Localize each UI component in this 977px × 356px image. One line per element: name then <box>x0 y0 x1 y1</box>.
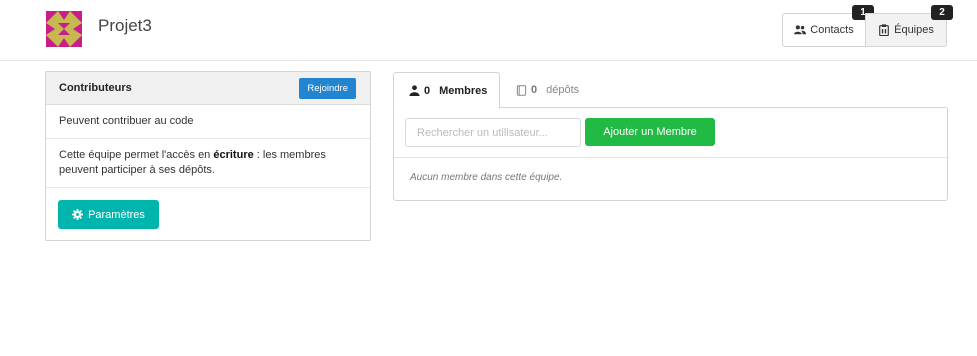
access-prefix: Cette équipe permet l'accès en <box>59 149 214 161</box>
team-description: Peuvent contribuer au code <box>46 105 370 139</box>
tab-repositories[interactable]: 0 dépôts <box>516 72 579 108</box>
members-toolbar: Ajouter un Membre <box>394 108 947 158</box>
team-panel-header: Contributeurs Rejoindre <box>46 72 370 105</box>
team-info-panel: Contributeurs Rejoindre Peuvent contribu… <box>45 71 371 241</box>
users-icon <box>794 25 807 35</box>
org-avatar[interactable] <box>46 11 82 47</box>
empty-members-message: Aucun membre dans cette équipe. <box>410 172 563 183</box>
team-title: Contributeurs <box>59 82 132 94</box>
team-panel-footer: Paramètres <box>46 188 370 241</box>
members-count: 0 <box>424 84 431 97</box>
user-icon <box>409 85 420 96</box>
team-access-text: Cette équipe permet l'accès en écriture … <box>46 139 370 188</box>
teams-button[interactable]: Équipes 2 <box>865 5 953 47</box>
user-search-input[interactable] <box>405 118 581 147</box>
add-member-button[interactable]: Ajouter un Membre <box>585 118 715 146</box>
teams-label: Équipes <box>894 24 934 36</box>
settings-label: Paramètres <box>88 208 145 221</box>
gear-icon <box>72 209 84 220</box>
contacts-button[interactable]: Contacts 1 <box>782 5 874 47</box>
repositories-tab-label: dépôts <box>546 84 580 96</box>
settings-button[interactable]: Paramètres <box>58 200 159 229</box>
team-tabs: 0 Membres 0 dépôts <box>393 72 948 109</box>
clipboard-icon <box>879 24 889 36</box>
page-header: Projet3 Contacts 1 Équipes 2 <box>0 0 977 61</box>
contacts-label: Contacts <box>810 24 854 36</box>
org-name: Projet3 <box>98 16 152 35</box>
teams-count-badge: 2 <box>931 5 953 20</box>
members-panel: Ajouter un Membre Aucun membre dans cett… <box>393 107 948 201</box>
tab-members[interactable]: 0 Membres <box>393 72 500 109</box>
members-tab-label: Membres <box>439 84 488 97</box>
book-icon <box>516 84 527 96</box>
repositories-count: 0 <box>531 84 538 96</box>
access-mode: écriture <box>213 149 254 161</box>
join-button[interactable]: Rejoindre <box>299 77 356 99</box>
